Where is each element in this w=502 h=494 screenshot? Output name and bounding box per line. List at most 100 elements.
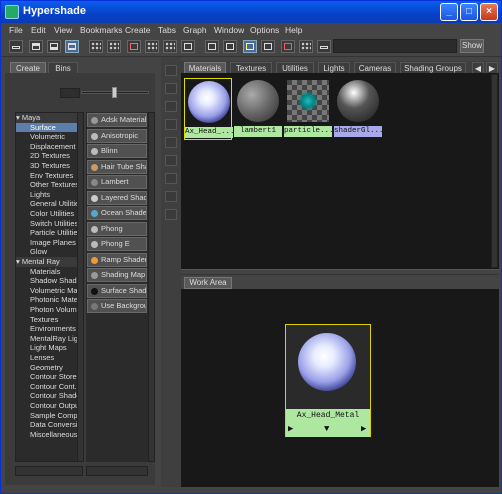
tree-item[interactable]: MentalRay Lig...	[16, 334, 82, 344]
material-swatch-lambert[interactable]: lambert1	[234, 78, 282, 140]
graph-io-icon[interactable]	[223, 40, 237, 53]
layout-bottom-icon[interactable]	[47, 40, 61, 53]
tool-icon[interactable]	[165, 137, 177, 148]
node-button[interactable]: Adsk Material	[87, 113, 147, 127]
show-button[interactable]: Show	[460, 39, 484, 53]
maximize-button[interactable]: □	[460, 3, 478, 21]
node-button[interactable]: Ramp Shader	[87, 252, 147, 267]
tree-item[interactable]: Light Maps	[16, 343, 67, 353]
graph-network-icon[interactable]	[145, 40, 159, 53]
tree-item[interactable]: Contour Cont...	[16, 382, 81, 392]
tree-item[interactable]: 3D Textures	[16, 161, 70, 171]
tree-header-maya[interactable]: ▾ Maya	[16, 113, 82, 123]
materials-scrollbar[interactable]	[491, 74, 498, 268]
tree-item[interactable]: Other Textures	[16, 180, 79, 190]
tree-item[interactable]: Glow	[16, 247, 47, 257]
swap-icon[interactable]	[261, 40, 275, 53]
network-icon[interactable]	[299, 40, 313, 53]
tree-header-mental-ray[interactable]: ▾ Mental Ray	[16, 257, 82, 267]
tree-item[interactable]: General Utilities	[16, 199, 82, 209]
tree-item[interactable]: Shadow Shad...	[16, 276, 82, 286]
graph-up-icon[interactable]	[163, 40, 177, 53]
menu-bookmarks[interactable]: Bookmarks	[80, 25, 123, 35]
tree-item-surface[interactable]: Surface	[16, 122, 82, 133]
tree-item[interactable]: Contour Store	[16, 372, 77, 382]
title-bar[interactable]: Hypershade _ □ ×	[1, 1, 501, 23]
expand-arrow-icon[interactable]: ▼	[324, 424, 329, 434]
material-swatch-particle[interactable]: particle...	[284, 78, 332, 140]
input-arrow-icon[interactable]: ▶	[288, 424, 293, 434]
menu-window[interactable]: Window	[214, 25, 244, 35]
node-button[interactable]: Phong E	[87, 237, 147, 251]
menu-view[interactable]: View	[54, 25, 72, 35]
filter-icon[interactable]	[317, 40, 331, 53]
tree-item[interactable]: Color Utilities	[16, 209, 74, 219]
tree-item[interactable]: Volumetric	[16, 132, 65, 142]
grid-view-alt-icon[interactable]	[107, 40, 121, 53]
node-list-scrollbar[interactable]	[148, 112, 155, 462]
rearrange-graph-icon[interactable]	[243, 40, 257, 53]
tree-item[interactable]: Displacement	[16, 142, 75, 152]
tool-icon[interactable]	[165, 83, 177, 94]
node-category-tree[interactable]: ▾ Maya Surface Volumetric Displacement 2…	[15, 112, 83, 462]
tree-item[interactable]: 2D Textures	[16, 151, 70, 161]
tool-icon[interactable]	[165, 101, 177, 112]
layout-single-icon[interactable]	[9, 40, 23, 53]
tree-item[interactable]: Data Conversi...	[16, 420, 82, 430]
tree-item[interactable]: Switch Utilities	[16, 219, 78, 229]
tree-item[interactable]: Lenses	[16, 353, 54, 363]
node-hscroll[interactable]	[86, 466, 148, 476]
layout-split-icon[interactable]	[65, 40, 79, 53]
menu-edit[interactable]: Edit	[31, 25, 46, 35]
graph-output-icon[interactable]	[205, 40, 219, 53]
menu-help[interactable]: Help	[285, 25, 302, 35]
node-button[interactable]: Phong	[87, 221, 147, 236]
tool-icon[interactable]	[165, 173, 177, 184]
tool-icon[interactable]	[165, 191, 177, 202]
node-button[interactable]: Blinn	[87, 144, 147, 158]
tool-icon[interactable]	[165, 119, 177, 130]
tree-item[interactable]: Lights	[16, 190, 50, 200]
graph-input-icon[interactable]	[181, 40, 195, 53]
pane-divider[interactable]	[181, 269, 499, 275]
menu-options[interactable]: Options	[250, 25, 279, 35]
tree-hscroll[interactable]	[15, 466, 83, 476]
slider-handle[interactable]	[112, 87, 117, 98]
tree-item[interactable]: Geometry	[16, 363, 63, 373]
node-button[interactable]: Use Background	[87, 299, 147, 313]
material-swatch-ax-head[interactable]: Ax_Head_...	[184, 78, 233, 140]
node-button[interactable]: Surface Shader	[87, 283, 147, 298]
tool-icon[interactable]	[165, 155, 177, 166]
close-button[interactable]: ×	[480, 3, 498, 21]
minimize-button[interactable]: _	[440, 3, 458, 21]
clear-graph-icon[interactable]	[127, 40, 141, 53]
tree-item[interactable]: Photon Volum...	[16, 305, 82, 315]
tree-item[interactable]: Image Planes	[16, 238, 76, 248]
tree-scrollbar[interactable]	[77, 112, 84, 462]
tree-item[interactable]: Particle Utilities	[16, 228, 81, 238]
tree-item[interactable]: Env Textures	[16, 171, 73, 181]
node-button[interactable]: Anisotropic	[87, 128, 147, 143]
menu-tabs[interactable]: Tabs	[158, 25, 176, 35]
tree-item[interactable]: Photonic Mate...	[16, 295, 82, 305]
icon-size-field[interactable]	[60, 88, 80, 98]
tool-icon[interactable]	[165, 65, 177, 76]
node-button[interactable]: Shading Map	[87, 268, 147, 282]
tool-icon[interactable]	[165, 209, 177, 220]
tree-item[interactable]: Volumetric Ma...	[16, 286, 82, 296]
grid-view-icon[interactable]	[89, 40, 103, 53]
node-button[interactable]: Hair Tube Shader	[87, 159, 147, 174]
output-arrow-icon[interactable]: ▶	[361, 424, 366, 434]
tree-item[interactable]: Sample Comp...	[16, 411, 82, 421]
search-input[interactable]	[333, 39, 457, 53]
tree-item[interactable]: Contour Shade	[16, 391, 80, 401]
tree-item[interactable]: Miscellaneous	[16, 430, 78, 440]
menu-file[interactable]: File	[9, 25, 23, 35]
node-button[interactable]: Lambert	[87, 175, 147, 189]
tree-item[interactable]: Textures	[16, 315, 58, 325]
render-node-icon[interactable]	[281, 40, 295, 53]
layout-top-icon[interactable]	[29, 40, 43, 53]
tab-work-area[interactable]: Work Area	[184, 277, 232, 289]
tree-item[interactable]: Materials	[16, 267, 60, 277]
shader-node-ax-head-metal[interactable]: Ax_Head_Metal ▶ ▼ ▶	[285, 324, 371, 437]
